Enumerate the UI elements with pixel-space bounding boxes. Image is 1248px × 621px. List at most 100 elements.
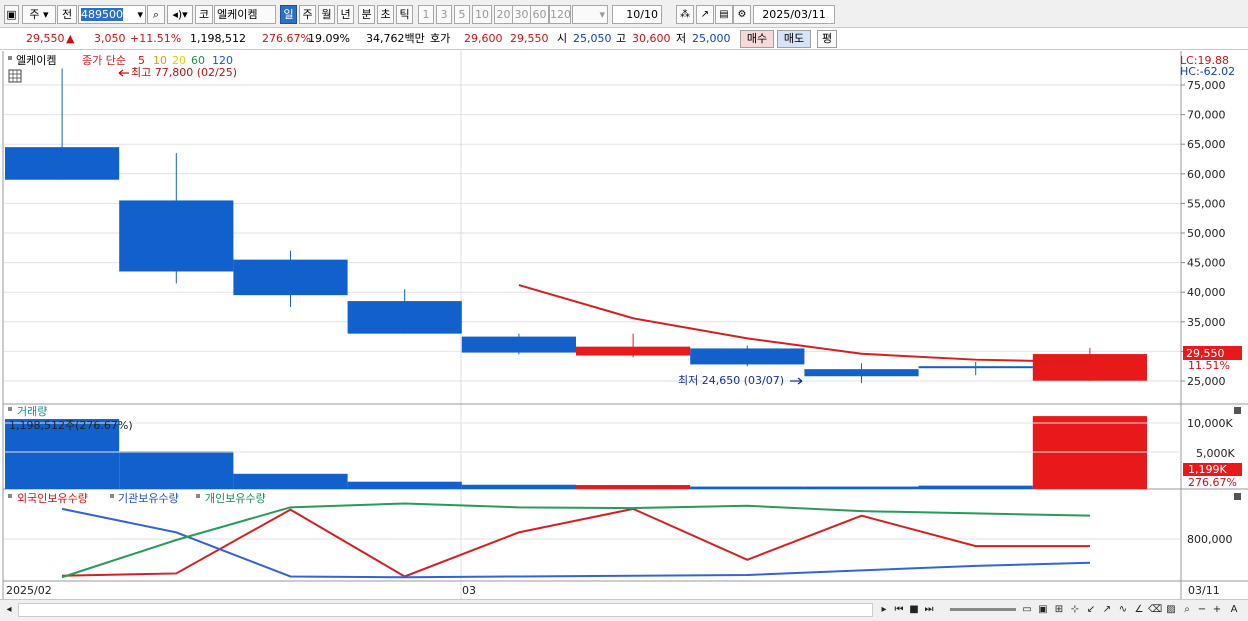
wave-tool-icon[interactable]: ∿ (1116, 603, 1130, 617)
draw-icon[interactable]: ↗ (696, 5, 714, 24)
speaker-icon[interactable]: ◂)▾ (167, 5, 193, 24)
interval-3[interactable]: 3 (436, 5, 452, 24)
buy-button[interactable]: 매수 (740, 30, 774, 48)
period-year[interactable]: 년 (337, 5, 354, 24)
interval-60[interactable]: 60 (530, 5, 549, 24)
holdings-close-icon[interactable] (1234, 493, 1241, 500)
scroll-left-icon[interactable]: ◂ (4, 603, 14, 617)
period-minute[interactable]: 분 (358, 5, 375, 24)
price-tick-label: 70,000 (1187, 109, 1226, 122)
period-week[interactable]: 주 (299, 5, 316, 24)
period-day[interactable]: 일 (280, 5, 297, 24)
period-tick[interactable]: 틱 (396, 5, 413, 24)
high-price: 30,600 (632, 32, 671, 45)
trend-tool-icon[interactable]: ↗ (1100, 603, 1114, 617)
low-label: 저 (676, 32, 687, 45)
interval-30[interactable]: 30 (512, 5, 531, 24)
interval-10[interactable]: 10 (472, 5, 492, 24)
holdings-bullet-2 (110, 494, 114, 498)
date-label: 03 (462, 584, 476, 597)
candle-body (461, 336, 576, 353)
avg-button[interactable]: 평 (817, 30, 837, 48)
period-month[interactable]: 월 (318, 5, 335, 24)
chart-link-icon[interactable]: ⁂ (676, 5, 694, 24)
price-tick-label: 25,000 (1187, 375, 1226, 388)
quote-bar: 29,550 ▲ 3,050 +11.51% 1,198,512 276.67%… (0, 28, 1248, 50)
candle-body (233, 259, 348, 296)
plus-icon[interactable]: + (1211, 603, 1223, 617)
chevron-down-icon: ▾ (137, 8, 143, 21)
sell-button[interactable]: 매도 (777, 30, 811, 48)
first-icon[interactable]: ⏮ (892, 603, 906, 617)
code-input[interactable]: 489500 ▾ (78, 5, 146, 24)
split-icon[interactable]: ▣ (1036, 603, 1050, 617)
low-price: 25,000 (692, 32, 731, 45)
count-input[interactable]: 10/10 (612, 5, 662, 24)
price-tick-label: 45,000 (1187, 257, 1226, 270)
bid-price: 29,550 (510, 32, 549, 45)
save-icon[interactable]: ▤ (715, 5, 733, 24)
stock-name[interactable]: 엘케이켐 (214, 5, 276, 24)
volume-axis-10000k: 10,000K (1187, 417, 1233, 430)
window-icon[interactable]: ▭ (1020, 603, 1034, 617)
type-select[interactable]: 주 ▾ (22, 5, 56, 24)
gear-icon[interactable]: ⚙ (733, 5, 751, 24)
price-tick-label: 75,000 (1187, 79, 1226, 92)
interval-5[interactable]: 5 (454, 5, 470, 24)
candle-body (576, 346, 691, 356)
table-icon[interactable] (8, 69, 22, 83)
type-label: 주 (29, 8, 40, 21)
price-tick-label: 60,000 (1187, 168, 1226, 181)
interval-120[interactable]: 120 (549, 5, 571, 24)
image-icon[interactable]: ▨ (1164, 603, 1178, 617)
zoom-slider[interactable] (950, 608, 1016, 611)
volume-bar (119, 451, 234, 489)
period-second[interactable]: 초 (377, 5, 394, 24)
turnover-rate: 19.09% (308, 32, 350, 45)
volume-bar (576, 485, 691, 489)
trade-amount: 34,762백만 (366, 32, 425, 45)
volume-axis-5000k: 5,000K (1196, 447, 1235, 460)
price-tick-label: 65,000 (1187, 138, 1226, 151)
open-label: 시 (557, 32, 568, 45)
stop-icon[interactable]: ■ (908, 603, 920, 617)
quote-label: 호가 (430, 32, 451, 45)
volume-close-icon[interactable] (1234, 407, 1241, 414)
last-icon[interactable]: ⏭ (922, 603, 936, 617)
interval-select[interactable]: ▾ (572, 5, 608, 24)
holdings-axis-label: 800,000 (1187, 533, 1233, 546)
erase-icon[interactable]: ⌫ (1148, 603, 1162, 617)
candle-body (690, 348, 805, 365)
up-arrow-icon: ▲ (66, 32, 75, 45)
search-icon[interactable]: ⌕ (147, 5, 165, 24)
change-percent: +11.51% (130, 32, 182, 45)
volume-value: 1,198,512 (190, 32, 246, 45)
layout-icon[interactable]: ▣ (4, 5, 19, 24)
open-price: 25,050 (573, 32, 612, 45)
interval-1[interactable]: 1 (418, 5, 434, 24)
line-tool-icon[interactable]: ↙ (1084, 603, 1098, 617)
price-chart[interactable]: 75,000 70,000 65,000 60,000 55,000 50,000 45,0… (0, 51, 1248, 599)
volume-title: 거래량 (17, 405, 47, 418)
volume-bar (918, 485, 1033, 489)
legend-stock-name: 엘케이켐 (16, 54, 56, 67)
auto-icon[interactable]: A (1227, 603, 1241, 617)
prev-button[interactable]: 전 (57, 5, 77, 24)
change-value: 3,050 (94, 32, 126, 45)
high-label: 고 (616, 32, 627, 45)
interval-20[interactable]: 20 (494, 5, 513, 24)
price-tick-label: 50,000 (1187, 227, 1226, 240)
tile-icon[interactable]: ⊞ (1052, 603, 1066, 617)
minus-icon[interactable]: − (1196, 603, 1208, 617)
crosshair-icon[interactable]: ⊹ (1068, 603, 1082, 617)
volume-bullet (8, 407, 12, 411)
zoom-icon[interactable]: ⌕ (1180, 603, 1194, 617)
low-note: 최저 24,650 (03/07) (678, 374, 784, 387)
legend-institution: 기관보유수량 (118, 492, 179, 505)
candle-body (1032, 354, 1147, 381)
date-input[interactable]: 2025/03/11 (753, 5, 835, 24)
scrollbar-track[interactable] (18, 603, 873, 617)
scroll-right-icon[interactable]: ▸ (878, 603, 890, 617)
candle-body (5, 147, 120, 180)
angle-tool-icon[interactable]: ∠ (1132, 603, 1146, 617)
